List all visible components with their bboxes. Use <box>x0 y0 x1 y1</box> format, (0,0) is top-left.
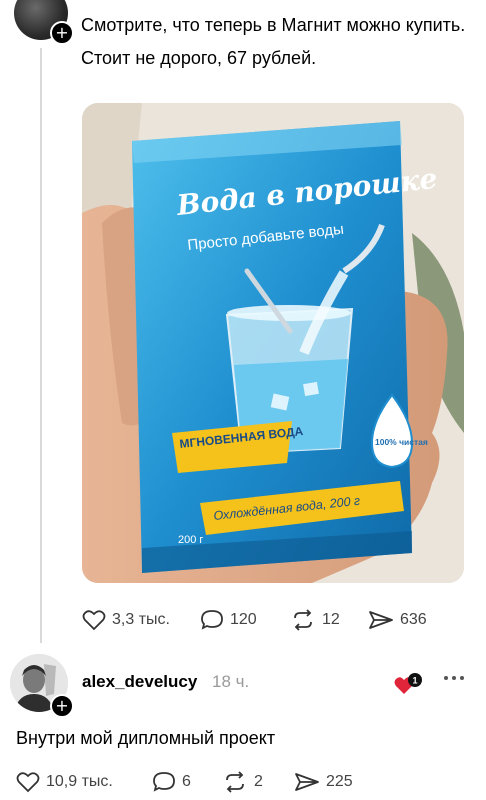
comment-count: 6 <box>182 773 191 790</box>
comment-icon <box>201 610 223 630</box>
post-image[interactable]: Вода в порошке Просто добавьте воды МГНО… <box>82 103 464 583</box>
reply-actions: 10,9 тыс. 6 2 225 <box>16 771 353 793</box>
notif-count: 1 <box>412 676 417 686</box>
comment-icon <box>153 772 175 792</box>
like-notification[interactable]: 1 <box>394 672 424 696</box>
comment-button[interactable]: 120 <box>200 609 290 631</box>
heart-icon <box>16 772 40 793</box>
share-button[interactable]: 225 <box>294 771 353 793</box>
repost-icon <box>294 609 312 631</box>
post-actions: 3,3 тыс. 120 12 636 <box>82 609 427 631</box>
heart-icon <box>82 610 106 631</box>
comment-button[interactable]: 6 <box>152 771 222 793</box>
post-text: Смотрите, что теперь в Магнит можно купи… <box>81 12 476 72</box>
share-icon <box>369 611 393 629</box>
repost-icon <box>226 771 244 793</box>
post-text-line: Смотрите, что теперь в Магнит можно купи… <box>81 15 466 35</box>
like-count: 3,3 тыс. <box>112 611 170 628</box>
follow-plus-icon[interactable]: + <box>50 694 74 718</box>
powder-packet: Вода в порошке Просто добавьте воды МГНО… <box>132 121 439 573</box>
share-count: 225 <box>326 773 353 790</box>
like-count: 10,9 тыс. <box>46 773 113 790</box>
thread-view: + Смотрите, что теперь в Магнит можно ку… <box>0 0 486 800</box>
reply-username[interactable]: alex_develucy <box>82 672 197 692</box>
share-button[interactable]: 636 <box>368 609 427 631</box>
liked-heart-icon: 1 <box>394 673 422 694</box>
repost-count: 12 <box>322 611 340 628</box>
packet-weight: 200 г <box>178 534 203 546</box>
repost-button[interactable]: 12 <box>290 609 368 631</box>
follow-plus-icon[interactable]: + <box>50 21 74 45</box>
share-icon <box>295 773 319 791</box>
share-count: 636 <box>400 611 427 628</box>
packet-badge-right: 100% чистая <box>375 437 428 447</box>
more-options-icon[interactable] <box>442 673 466 683</box>
thread-line <box>40 48 42 643</box>
post-text-line: Стоит не дорого, 67 рублей. <box>81 48 317 68</box>
reply-timestamp: 18 ч. <box>212 672 250 691</box>
like-button[interactable]: 3,3 тыс. <box>82 609 200 631</box>
like-button[interactable]: 10,9 тыс. <box>16 771 152 793</box>
repost-count: 2 <box>254 773 263 790</box>
comment-count: 120 <box>230 611 257 628</box>
reply-text: Внутри мой дипломный проект <box>16 728 276 748</box>
repost-button[interactable]: 2 <box>222 771 294 793</box>
